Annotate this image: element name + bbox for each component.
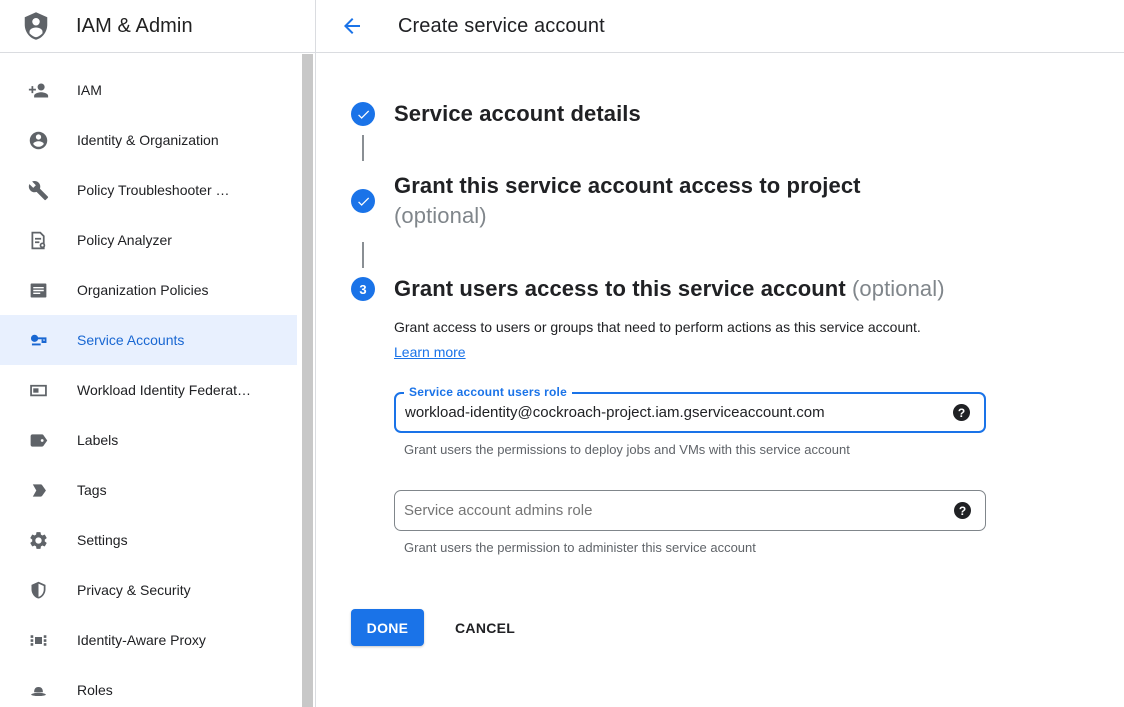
step-optional-label: (optional) (394, 201, 861, 231)
sidebar-item-label: Policy Troubleshooter … (77, 182, 230, 198)
step-title: Grant users access to this service accou… (394, 276, 846, 301)
sidebar-header: IAM & Admin (0, 0, 315, 53)
step-number-badge: 3 (351, 277, 375, 301)
sidebar-item-label: Organization Policies (77, 282, 209, 298)
proxy-icon (26, 628, 50, 652)
step-grant-users-access: 3 Grant users access to this service acc… (351, 274, 1124, 304)
product-title: IAM & Admin (76, 15, 193, 38)
sidebar-item-labels[interactable]: Labels (0, 415, 297, 465)
sidebar-item-label: Roles (77, 682, 113, 698)
tag-icon (26, 478, 50, 502)
step-title: Grant this service account access to pro… (394, 173, 861, 198)
field-helper-text: Grant users the permissions to deploy jo… (404, 442, 1124, 457)
sidebar-scrollbar[interactable] (302, 54, 313, 707)
sidebar-item-identity-aware-proxy[interactable]: Identity-Aware Proxy (0, 615, 297, 665)
sidebar-item-roles[interactable]: Roles (0, 665, 297, 707)
step-complete-check-icon (351, 102, 375, 126)
page-header: Create service account (316, 0, 1124, 53)
field-helper-text: Grant users the permission to administer… (404, 540, 1124, 555)
service-accounts-icon (26, 328, 50, 352)
wrench-icon (26, 178, 50, 202)
shield-half-icon (26, 578, 50, 602)
person-add-icon (26, 78, 50, 102)
main-panel: Create service account Service account d… (316, 0, 1124, 707)
workload-identity-icon (26, 378, 50, 402)
page-title: Create service account (398, 15, 605, 38)
sidebar-item-organization-policies[interactable]: Organization Policies (0, 265, 297, 315)
sidebar-item-label: Service Accounts (77, 332, 184, 348)
field-label: Service account users role (404, 385, 572, 399)
sidebar-nav: IAM Identity & Organization Policy Troub… (0, 65, 315, 707)
form-actions: DONE CANCEL (351, 609, 1124, 646)
service-account-users-role-field: Service account users role ? (394, 392, 986, 433)
step-service-account-details: Service account details (351, 99, 1124, 129)
step-complete-check-icon (351, 189, 375, 213)
sidebar-item-policy-troubleshooter[interactable]: Policy Troubleshooter … (0, 165, 297, 215)
sidebar-item-label: Identity & Organization (77, 132, 219, 148)
sidebar-item-tags[interactable]: Tags (0, 465, 297, 515)
service-account-admins-role-field: ? (394, 490, 986, 531)
back-arrow-icon[interactable] (340, 14, 364, 38)
sidebar-item-identity-organization[interactable]: Identity & Organization (0, 115, 297, 165)
cancel-button[interactable]: CANCEL (455, 620, 515, 636)
sidebar-item-label: IAM (77, 82, 102, 98)
step-description: Grant access to users or groups that nee… (394, 315, 952, 365)
sidebar-item-privacy-security[interactable]: Privacy & Security (0, 565, 297, 615)
label-icon (26, 428, 50, 452)
step-optional-label: (optional) (852, 276, 945, 301)
sidebar-item-label: Tags (77, 482, 107, 498)
app-window: IAM & Admin IAM Identity & Organization … (0, 0, 1124, 707)
learn-more-link[interactable]: Learn more (394, 344, 466, 360)
service-account-admins-role-input[interactable] (395, 502, 954, 519)
sidebar-item-label: Identity-Aware Proxy (77, 632, 206, 648)
sidebar-item-label: Policy Analyzer (77, 232, 172, 248)
help-icon[interactable]: ? (953, 404, 970, 421)
step-connector (362, 242, 364, 268)
step-grant-access-to-project: Grant this service account access to pro… (351, 171, 1124, 231)
sidebar: IAM & Admin IAM Identity & Organization … (0, 0, 316, 707)
hat-icon (26, 678, 50, 702)
iam-admin-shield-icon (21, 10, 51, 42)
sidebar-item-policy-analyzer[interactable]: Policy Analyzer (0, 215, 297, 265)
sidebar-item-workload-identity-federation[interactable]: Workload Identity Federat… (0, 365, 297, 415)
sidebar-item-label: Settings (77, 532, 128, 548)
sidebar-item-iam[interactable]: IAM (0, 65, 297, 115)
help-icon[interactable]: ? (954, 502, 971, 519)
org-policies-icon (26, 278, 50, 302)
sidebar-item-label: Labels (77, 432, 118, 448)
sidebar-item-settings[interactable]: Settings (0, 515, 297, 565)
gear-icon (26, 528, 50, 552)
sidebar-item-label: Workload Identity Federat… (77, 382, 251, 398)
step-title: Service account details (394, 99, 641, 129)
done-button[interactable]: DONE (351, 609, 424, 646)
sidebar-item-service-accounts[interactable]: Service Accounts (0, 315, 297, 365)
sidebar-item-label: Privacy & Security (77, 582, 191, 598)
identity-icon (26, 128, 50, 152)
step-connector (362, 135, 364, 161)
create-service-account-form: Service account details Grant this servi… (316, 53, 1124, 646)
policy-analyzer-icon (26, 228, 50, 252)
service-account-users-role-input[interactable] (396, 404, 953, 421)
